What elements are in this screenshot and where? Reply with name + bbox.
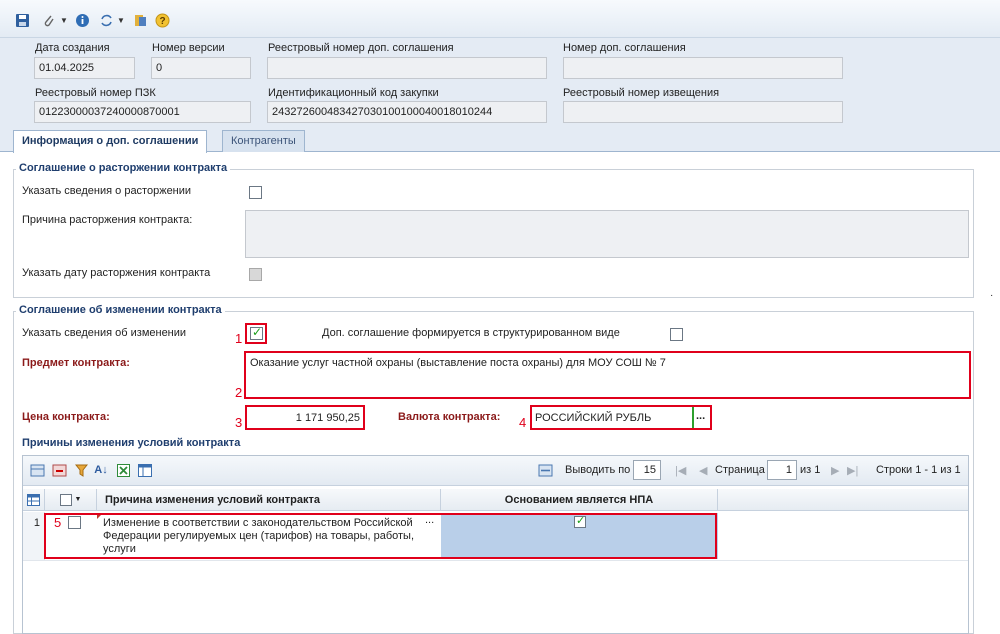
svg-text:?: ?: [159, 16, 165, 27]
show-per-page-label: Выводить по: [565, 464, 631, 476]
chevron-down-icon[interactable]: ▼: [117, 16, 125, 25]
version-field[interactable]: 0: [151, 57, 251, 79]
attach-icon[interactable]: [40, 12, 57, 29]
focus-indicator: [692, 407, 694, 428]
grid-settings-icon[interactable]: [23, 489, 45, 511]
sort-icon[interactable]: A↓: [93, 462, 109, 478]
add-row-icon[interactable]: [29, 462, 45, 478]
select-all-checkbox[interactable]: [59, 493, 72, 506]
currency-label: Валюта контракта:: [398, 411, 501, 423]
page-of-label: из 1: [800, 464, 821, 476]
specify-termination-checkbox[interactable]: [249, 186, 262, 199]
specify-change-checkbox[interactable]: ✓: [250, 325, 263, 340]
currency-field[interactable]: РОССИЙСКИЙ РУБЛЬ: [535, 412, 651, 424]
per-page-input[interactable]: 15: [633, 460, 661, 480]
help-icon[interactable]: ?: [154, 12, 171, 29]
delete-row-icon[interactable]: [51, 462, 67, 478]
termination-reason-field[interactable]: [245, 210, 969, 258]
marker-2: 2: [235, 385, 243, 400]
specify-change-label: Указать сведения об изменении: [22, 327, 187, 339]
ikz-label: Идентификационный код закупки: [268, 87, 439, 99]
column-filler: [718, 489, 968, 511]
subject-label: Предмет контракта:: [22, 357, 130, 369]
column-reason[interactable]: Причина изменения условий контракта: [97, 489, 441, 511]
rows-count-label: Строки 1 - 1 из 1: [876, 464, 961, 476]
refresh-icon[interactable]: [98, 12, 115, 29]
change-title: Соглашение об изменении контракта: [16, 304, 225, 316]
page-input[interactable]: 1: [767, 460, 797, 480]
page-label: Страница: [715, 464, 765, 476]
created-field[interactable]: 01.04.2025: [34, 57, 135, 79]
export-icon[interactable]: [132, 12, 149, 29]
row-divider: [23, 560, 968, 561]
notice-label: Реестровый номер извещения: [563, 87, 720, 99]
column-npa[interactable]: Основанием является НПА: [441, 489, 718, 511]
scroll-dot: ·: [990, 290, 994, 301]
highlight-box-5: [44, 513, 717, 559]
termination-date-label: Указать дату расторжения контракта: [22, 267, 211, 279]
add-num-label: Номер доп. соглашения: [563, 42, 686, 54]
structured-label: Доп. соглашение формируется в структурир…: [322, 327, 620, 339]
termination-date-checkbox[interactable]: [249, 268, 262, 281]
tab-agreement-info[interactable]: Информация о доп. соглашении: [13, 130, 208, 153]
specify-termination-label: Указать сведения о расторжении: [22, 185, 192, 197]
marker-1: 1: [235, 331, 243, 346]
marker-4: 4: [519, 415, 527, 430]
tab-counterparties[interactable]: Контрагенты: [222, 130, 305, 152]
info-icon[interactable]: [74, 12, 91, 29]
reasons-title: Причины изменения условий контракта: [22, 437, 241, 449]
subject-field[interactable]: Оказание услуг частной охраны (выставлен…: [250, 357, 666, 369]
page-size-icon[interactable]: [537, 462, 553, 478]
notice-field[interactable]: [563, 101, 843, 123]
termination-reason-label: Причина расторжения контракта:: [22, 214, 193, 226]
add-num-field[interactable]: [563, 57, 843, 79]
currency-select-button[interactable]: ...: [696, 410, 705, 422]
price-field[interactable]: 1 171 950,25: [248, 412, 360, 424]
row-number: 1: [23, 512, 45, 560]
save-icon[interactable]: [14, 12, 31, 29]
checkmark-icon: ✓: [252, 325, 263, 339]
reg-num-add-field[interactable]: [267, 57, 547, 79]
next-page-icon[interactable]: ▶: [831, 464, 839, 477]
version-label: Номер версии: [152, 42, 225, 54]
structured-checkbox[interactable]: [670, 328, 683, 341]
ikz-field[interactable]: 243272600483427030100100040018010244: [267, 101, 547, 123]
prev-page-icon[interactable]: ◀: [699, 464, 707, 477]
chevron-down-icon[interactable]: ▼: [60, 16, 68, 25]
columns-icon[interactable]: [137, 462, 153, 478]
grid-toolbar: A↓ Выводить по 15 |◀ ◀ Страница 1 из 1 ▶…: [23, 456, 968, 486]
created-label: Дата создания: [35, 42, 110, 54]
main-toolbar: ▼ ▼ ?: [0, 0, 1000, 38]
termination-title: Соглашение о расторжении контракта: [16, 162, 231, 174]
select-all-header: ▼: [45, 489, 97, 511]
filter-icon[interactable]: [73, 462, 89, 478]
marker-3: 3: [235, 415, 243, 430]
reg-num-add-label: Реестровый номер доп. соглашения: [268, 42, 454, 54]
excel-icon[interactable]: [115, 462, 131, 478]
chevron-down-icon[interactable]: ▼: [75, 496, 82, 503]
tab-bar: Информация о доп. соглашении Контрагенты: [0, 128, 1000, 153]
first-page-icon[interactable]: |◀: [675, 464, 686, 477]
price-label: Цена контракта:: [22, 411, 110, 423]
pzk-label: Реестровый номер ПЗК: [35, 87, 156, 99]
pzk-field[interactable]: 01223000037240000870001: [34, 101, 251, 123]
last-page-icon[interactable]: ▶|: [847, 464, 858, 477]
